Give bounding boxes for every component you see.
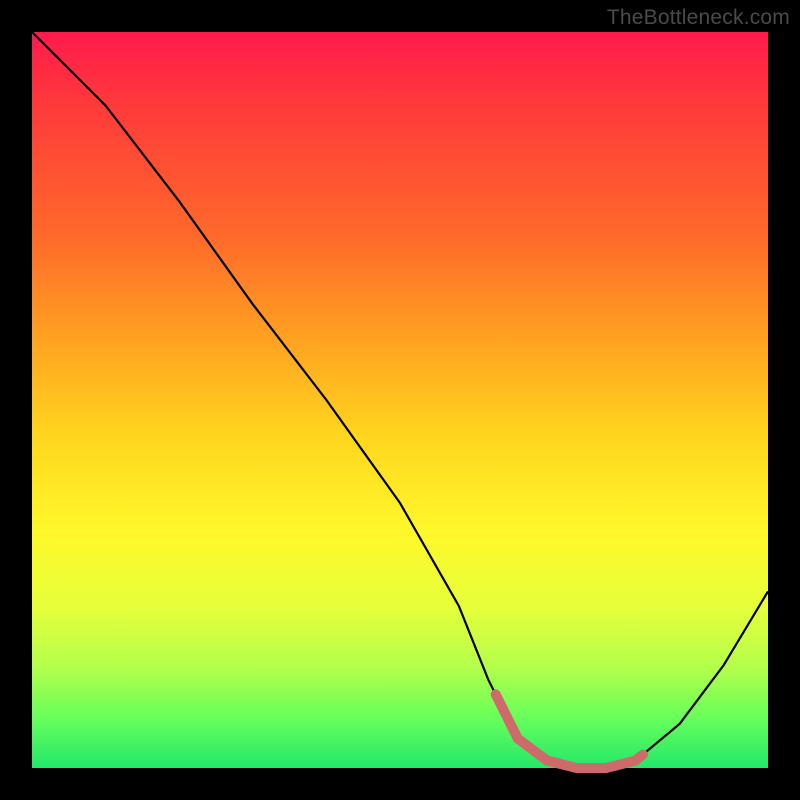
- curve-highlight-segment: [496, 694, 643, 768]
- bottleneck-curve-line: [32, 32, 768, 768]
- chart-container: TheBottleneck.com: [0, 0, 800, 800]
- curve-svg: [32, 32, 768, 768]
- watermark-text: TheBottleneck.com: [607, 6, 790, 30]
- plot-area: [32, 32, 768, 768]
